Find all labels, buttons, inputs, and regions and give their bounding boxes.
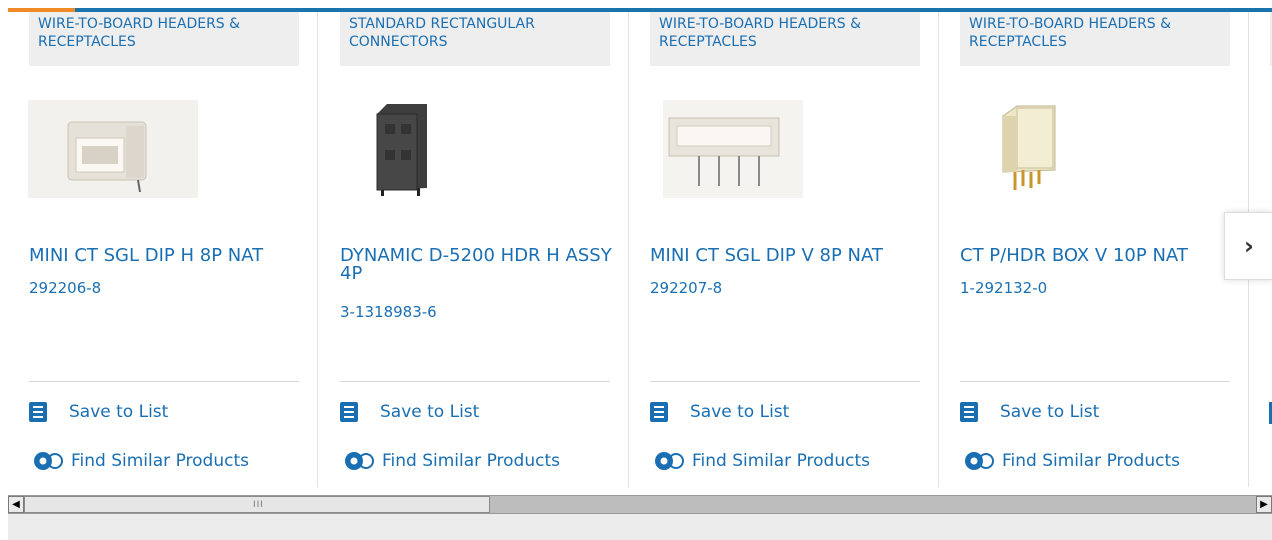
checklist-icon	[29, 402, 47, 422]
save-to-list-button[interactable]: Save to List	[960, 402, 1099, 422]
category-label[interactable]: WIRE-TO-BOARD HEADERS & RECEPTACLES	[29, 12, 299, 66]
similar-label: Find Similar Products	[71, 451, 249, 471]
divider	[340, 381, 610, 382]
product-title-link[interactable]: CT P/HDR BOX V 10P NAT	[960, 247, 1240, 265]
white-vertical-header-image[interactable]	[649, 100, 819, 198]
scrollbar-grip: III	[253, 500, 264, 510]
save-to-list-button[interactable]: Save to List	[650, 402, 789, 422]
category-label[interactable]: WIRE-TO-BOARD HEADERS & RECEPTACLES	[960, 12, 1230, 66]
black-connector-image[interactable]	[339, 100, 509, 198]
checklist-icon	[960, 402, 978, 422]
product-title-link[interactable]: MINI CT SGL DIP V 8P NAT	[650, 247, 930, 265]
product-card: WIRE-TO-BOARD HEADERS & RECEPTACLES CT P…	[939, 12, 1249, 487]
divider	[29, 381, 299, 382]
similar-label: Find Similar Products	[1002, 451, 1180, 471]
checklist-icon	[650, 402, 668, 422]
gears-icon	[655, 452, 684, 470]
product-title-link[interactable]: MINI CT SGL DIP H 8P NAT	[29, 247, 309, 265]
category-label[interactable]: STANDARD RECTANGULAR CONNECTORS	[340, 12, 610, 66]
product-card: WIRE-TO-BOARD HEADERS & RECEPTACLES MINI…	[8, 12, 318, 487]
scroll-left-button[interactable]: ◀	[8, 496, 24, 513]
gears-icon	[34, 452, 63, 470]
save-label: Save to List	[1000, 402, 1100, 422]
similar-label: Find Similar Products	[692, 451, 870, 471]
part-number-link[interactable]: 1-292132-0	[960, 279, 1047, 297]
part-number-link[interactable]: 3-1318983-6	[340, 303, 437, 321]
similar-label: Find Similar Products	[382, 451, 560, 471]
find-similar-button[interactable]: Find Similar Products	[650, 449, 870, 473]
scrollbar-thumb[interactable]: III	[24, 496, 490, 513]
product-title-link[interactable]: DYNAMIC D-5200 HDR H ASSY 4P	[340, 247, 620, 283]
save-label: Save to List	[69, 402, 169, 422]
divider	[960, 381, 1230, 382]
product-card: STANDARD RECTANGULAR CONNECTORS DYNAMIC …	[319, 12, 629, 487]
scroll-right-button[interactable]: ▶	[1256, 496, 1272, 513]
chevron-right-icon: ›	[1244, 232, 1254, 260]
horizontal-scrollbar[interactable]: ◀ III ▶	[8, 495, 1272, 514]
part-number-link[interactable]: 292207-8	[650, 279, 722, 297]
product-carousel: WIRE-TO-BOARD HEADERS & RECEPTACLES MINI…	[8, 12, 1272, 492]
product-card: WIRE-TO-BOARD HEADERS & RECEPTACLES MINI…	[629, 12, 939, 487]
save-to-list-button[interactable]: Save to List	[29, 402, 168, 422]
find-similar-button[interactable]: Find Similar Products	[960, 449, 1180, 473]
footer-area	[8, 514, 1272, 540]
white-horizontal-header-image[interactable]	[28, 100, 198, 198]
checklist-icon	[340, 402, 358, 422]
find-similar-button[interactable]: Find Similar Products	[340, 449, 560, 473]
divider	[650, 381, 920, 382]
category-label[interactable]: WIRE-TO-BOARD HEADERS & RECEPTACLES	[650, 12, 920, 66]
gears-icon	[345, 452, 374, 470]
carousel-next-button[interactable]: ›	[1224, 212, 1272, 280]
part-number-link[interactable]: 292206-8	[29, 279, 101, 297]
gears-icon	[965, 452, 994, 470]
find-similar-button[interactable]: Find Similar Products	[29, 449, 249, 473]
save-label: Save to List	[380, 402, 480, 422]
save-to-list-button[interactable]: Save to List	[340, 402, 479, 422]
box-header-gold-pins-image[interactable]	[959, 100, 1129, 198]
save-label: Save to List	[690, 402, 790, 422]
